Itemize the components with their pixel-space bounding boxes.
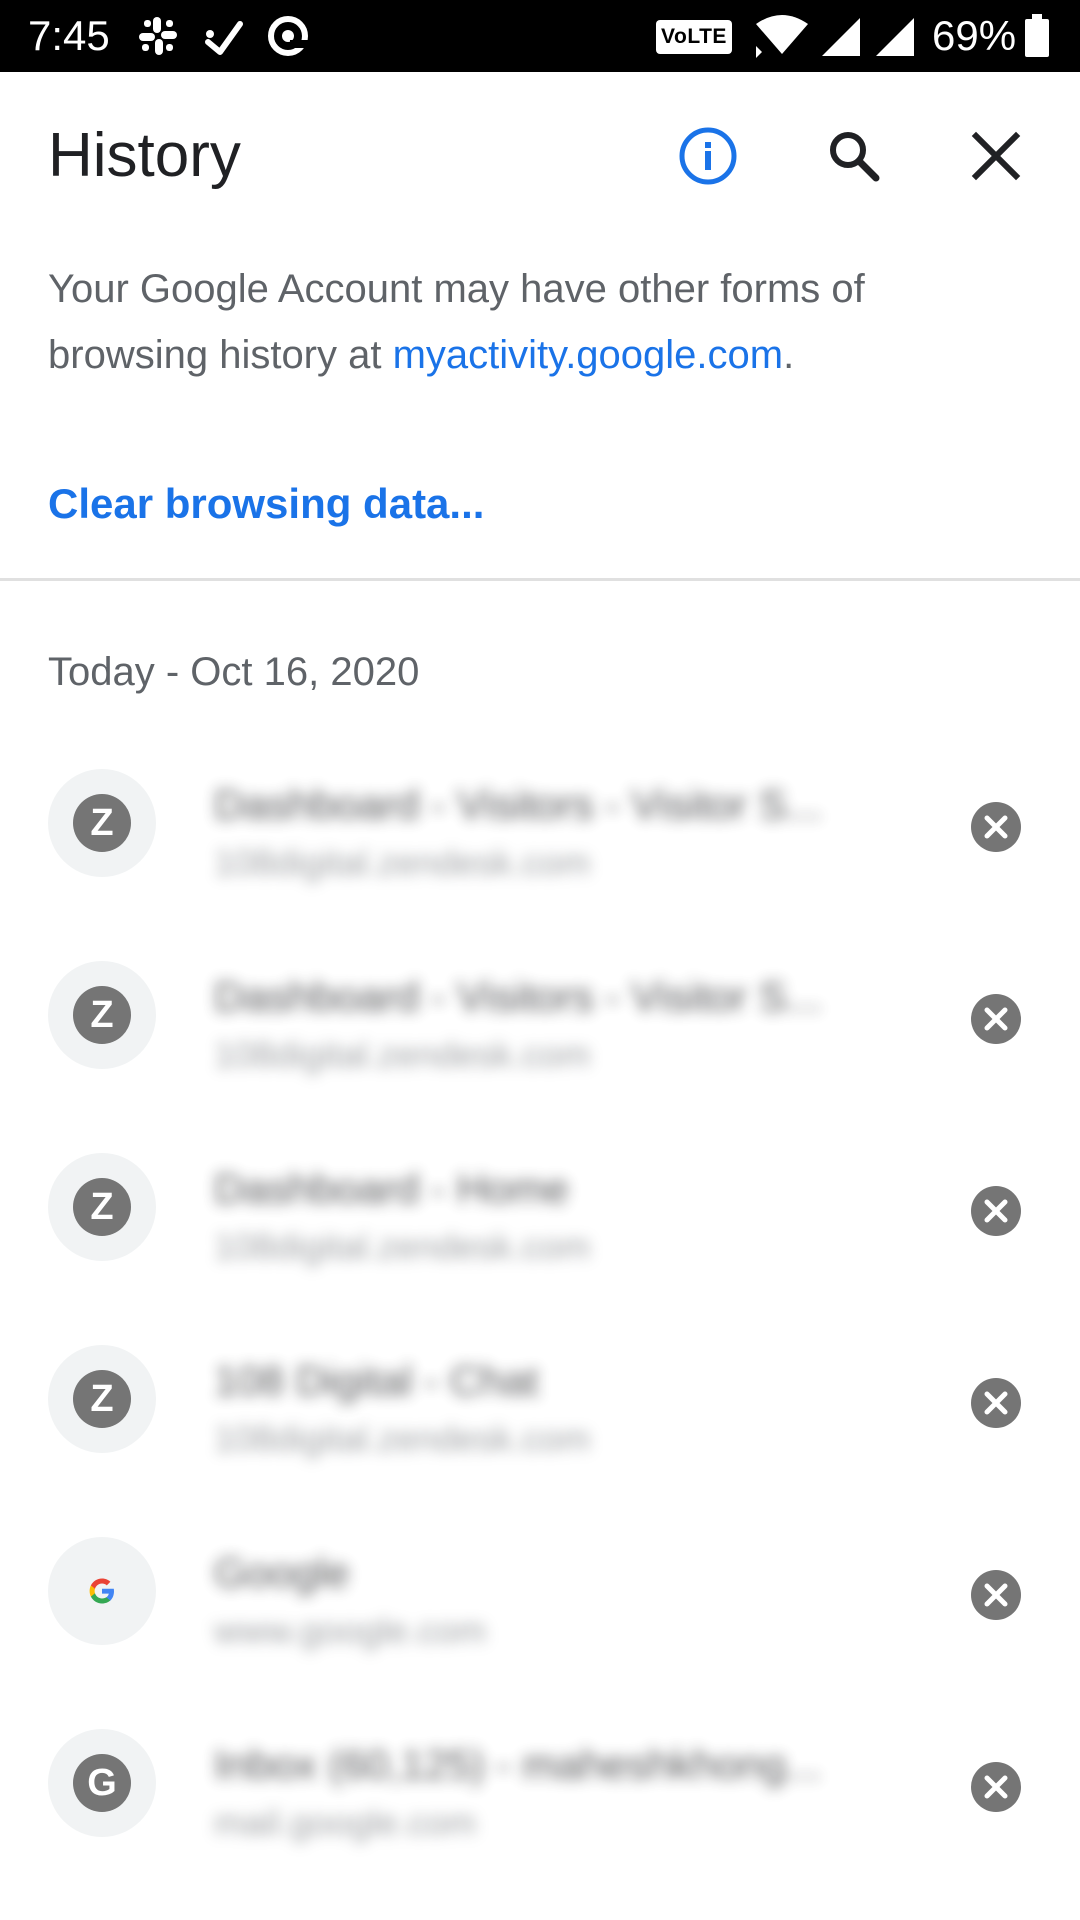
history-item-url: 108digital.zendesk.com	[214, 1418, 591, 1459]
clear-browsing-data-button[interactable]: Clear browsing data...	[48, 476, 484, 532]
notice-text-end: .	[783, 333, 795, 377]
history-item-title: Inbox (60,125) - maheshkhong...	[214, 1741, 822, 1788]
favicon: Z	[48, 1153, 156, 1261]
history-item-title: Dashboard - Home	[214, 1165, 569, 1212]
history-item[interactable]: Google www.google.com	[0, 1513, 1080, 1705]
close-button[interactable]	[960, 120, 1032, 192]
history-list: Z Dashboard - Visitors - Visitor S... 10…	[0, 745, 1080, 1897]
favicon-letter: Z	[73, 794, 131, 852]
favicon	[48, 1537, 156, 1645]
history-item-url: 108digital.zendesk.com	[214, 842, 591, 883]
remove-item-button[interactable]	[966, 989, 1026, 1049]
favicon: Z	[48, 769, 156, 877]
history-item-url: www.google.com	[214, 1610, 487, 1651]
at-sign-icon	[268, 16, 308, 56]
remove-circle-icon	[971, 802, 1021, 852]
volte-badge: VoLTE	[656, 20, 732, 54]
battery-percent: 69%	[932, 12, 1017, 59]
favicon-letter: Z	[73, 986, 131, 1044]
signal-icon	[822, 18, 860, 56]
history-item-url: mail.google.com	[214, 1802, 477, 1843]
remove-item-button[interactable]	[966, 1181, 1026, 1241]
search-button[interactable]	[818, 120, 890, 192]
signal-icon	[876, 18, 914, 56]
info-button[interactable]	[672, 120, 744, 192]
google-logo-icon	[84, 1573, 120, 1609]
search-icon	[830, 132, 880, 182]
favicon: G	[48, 1729, 156, 1837]
history-item-title: Dashboard - Visitors - Visitor S...	[214, 973, 822, 1020]
history-item-url: 108digital.zendesk.com	[214, 1034, 591, 1075]
favicon-letter: Z	[73, 1370, 131, 1428]
status-time: 7:45	[28, 12, 110, 59]
history-item-title: Google	[214, 1549, 350, 1596]
missed-call-icon	[205, 21, 243, 55]
info-icon	[679, 127, 737, 185]
history-item-title: 108 Digital - Chat	[214, 1357, 539, 1404]
divider	[0, 578, 1080, 581]
remove-item-button[interactable]	[966, 1757, 1026, 1817]
history-item[interactable]: Z Dashboard - Visitors - Visitor S... 10…	[0, 745, 1080, 937]
battery-icon	[1025, 14, 1049, 57]
favicon: Z	[48, 1345, 156, 1453]
remove-item-button[interactable]	[966, 797, 1026, 857]
history-item[interactable]: Z 108 Digital - Chat 108digital.zendesk.…	[0, 1321, 1080, 1513]
history-item[interactable]: Z Dashboard - Visitors - Visitor S... 10…	[0, 937, 1080, 1129]
remove-circle-icon	[971, 994, 1021, 1044]
page-title: History	[48, 121, 241, 190]
remove-item-button[interactable]	[966, 1565, 1026, 1625]
history-notice: Your Google Account may have other forms…	[48, 256, 948, 388]
myactivity-link[interactable]: myactivity.google.com	[393, 333, 784, 377]
favicon: Z	[48, 961, 156, 1069]
history-item[interactable]: G Inbox (60,125) - maheshkhong... mail.g…	[0, 1705, 1080, 1897]
slack-icon	[139, 17, 177, 55]
remove-item-button[interactable]	[966, 1373, 1026, 1433]
favicon-letter: Z	[73, 1178, 131, 1236]
remove-circle-icon	[971, 1762, 1021, 1812]
close-icon	[971, 131, 1021, 181]
date-header: Today - Oct 16, 2020	[48, 650, 420, 694]
history-item-url: 108digital.zendesk.com	[214, 1226, 591, 1267]
history-item-title: Dashboard - Visitors - Visitor S...	[214, 781, 822, 828]
wifi-icon	[756, 15, 808, 58]
remove-circle-icon	[971, 1378, 1021, 1428]
status-bar: 7:45 VoLTE 69%	[0, 0, 1080, 72]
remove-circle-icon	[971, 1186, 1021, 1236]
history-item[interactable]: Z Dashboard - Home 108digital.zendesk.co…	[0, 1129, 1080, 1321]
favicon-letter: G	[73, 1754, 131, 1812]
remove-circle-icon	[971, 1570, 1021, 1620]
